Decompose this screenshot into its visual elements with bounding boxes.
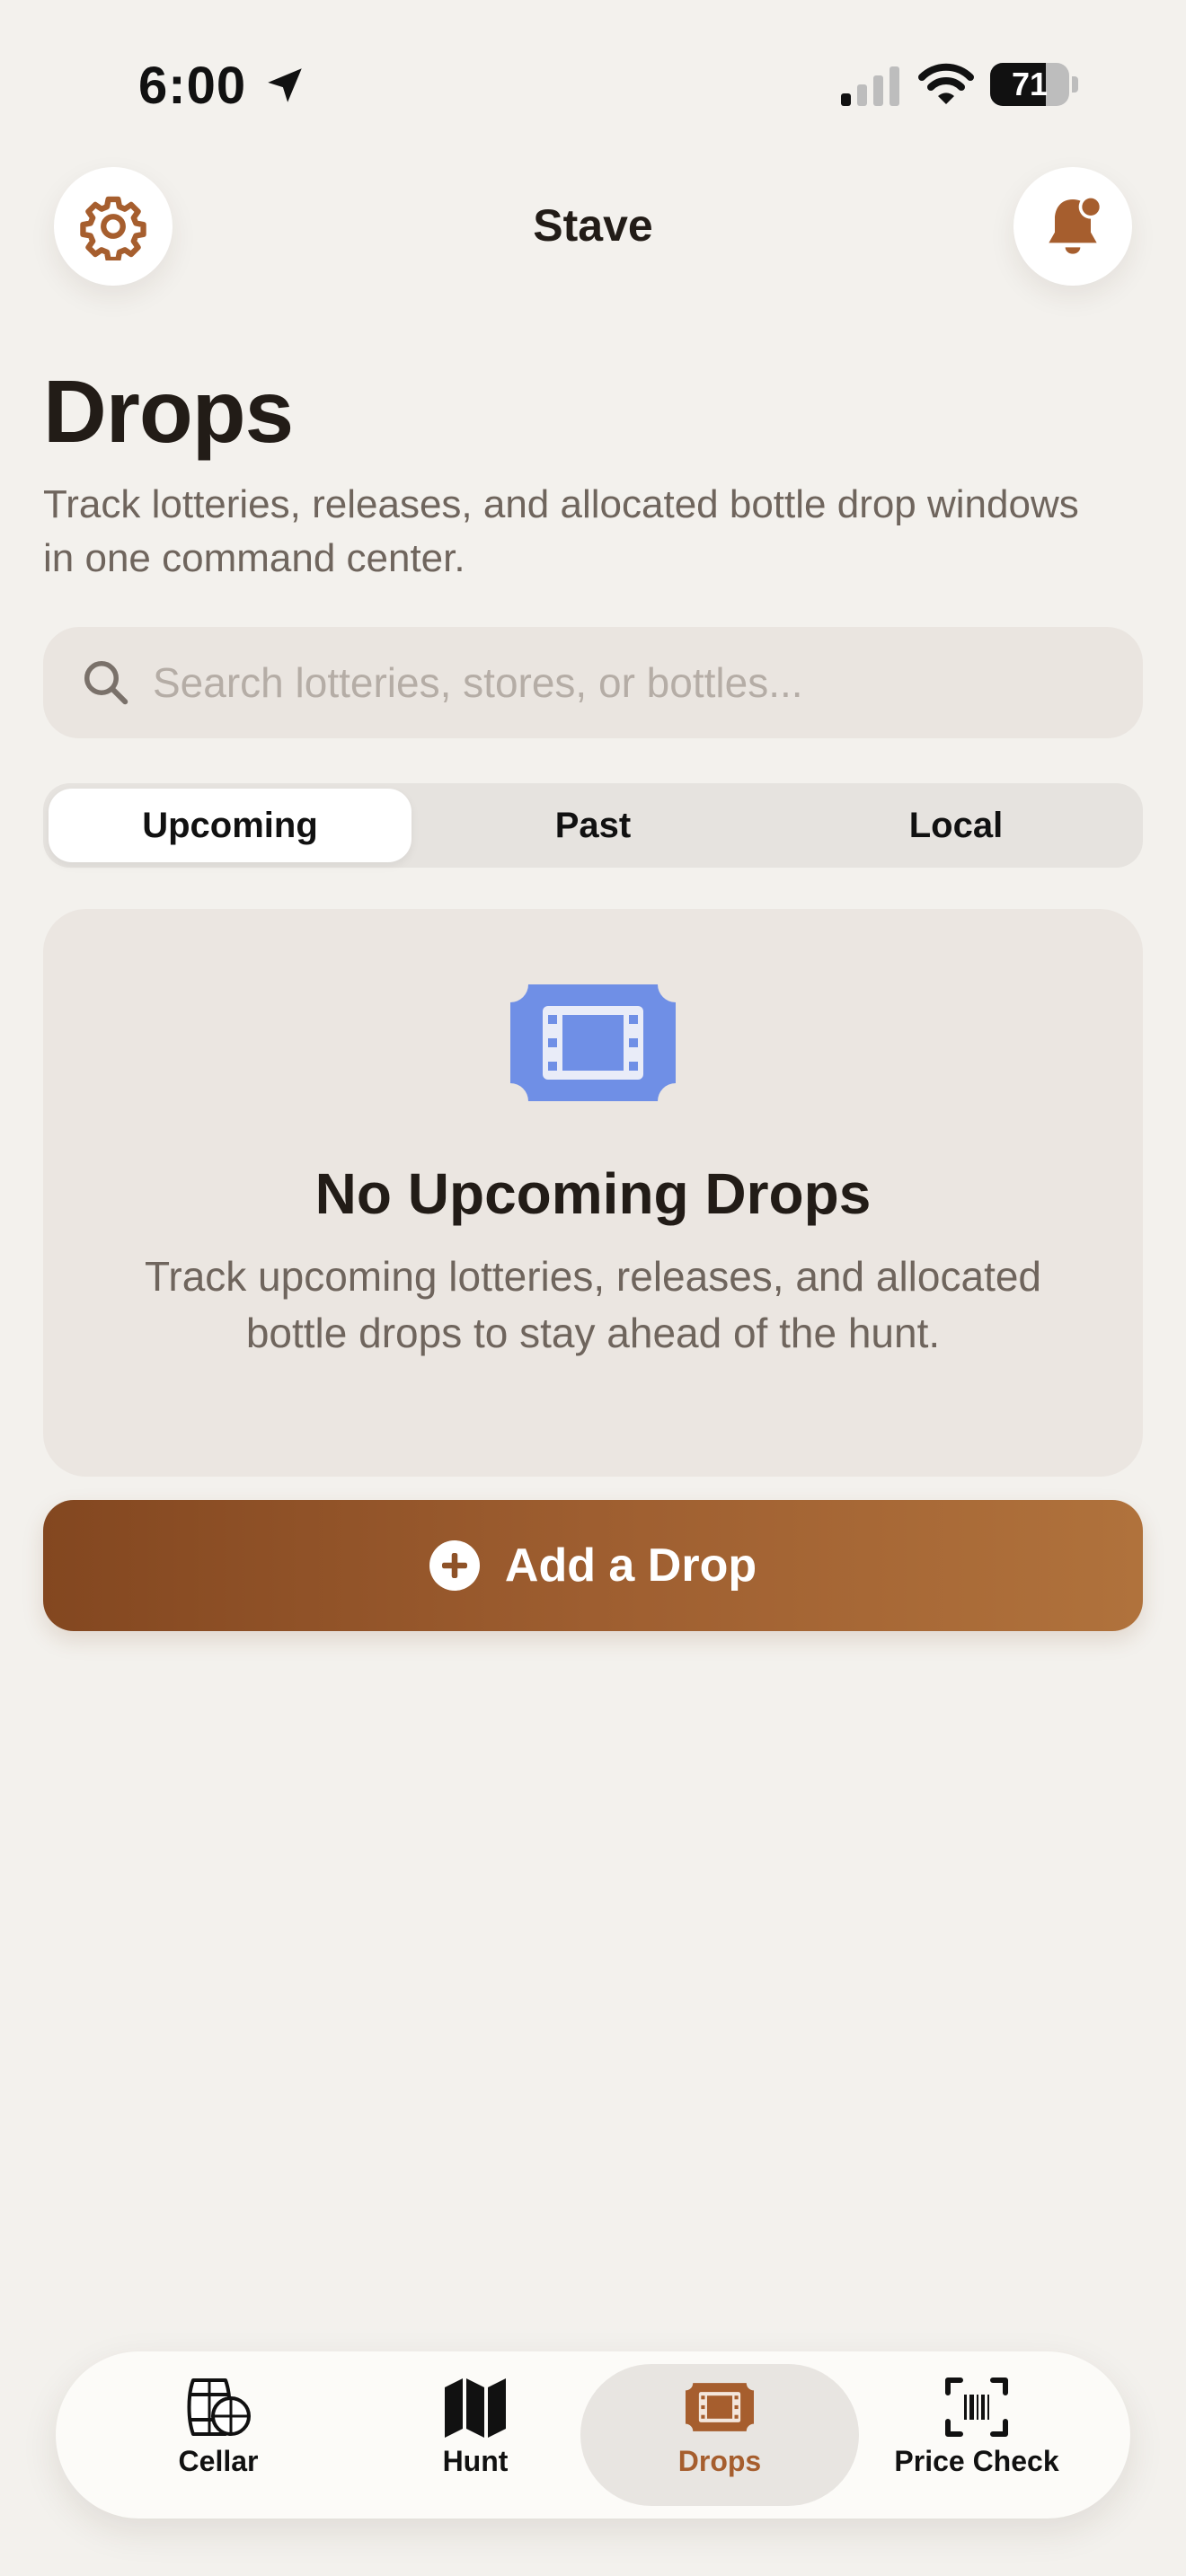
- add-drop-button[interactable]: Add a Drop: [43, 1500, 1143, 1631]
- segment-local[interactable]: Local: [774, 789, 1137, 862]
- status-time: 6:00: [138, 57, 247, 115]
- tab-price-check[interactable]: Price Check: [837, 2364, 1116, 2506]
- battery-body: 71: [990, 63, 1069, 106]
- barcode-scan-icon: [945, 2378, 1008, 2437]
- tab-hunt[interactable]: Hunt: [336, 2364, 615, 2506]
- add-drop-label: Add a Drop: [504, 1539, 757, 1592]
- battery-cap: [1072, 76, 1078, 93]
- tab-label: Hunt: [442, 2445, 509, 2477]
- tab-cellar[interactable]: Cellar: [79, 2364, 358, 2506]
- empty-state-text: Track upcoming lotteries, releases, and …: [144, 1253, 1042, 1356]
- search-icon: [84, 661, 128, 705]
- bell-badge-icon: [1049, 195, 1103, 254]
- wifi-icon: [918, 63, 974, 104]
- battery-percent: 71: [1011, 66, 1049, 102]
- search-input[interactable]: [153, 627, 1114, 738]
- status-bar: 6:00 71: [0, 0, 1186, 171]
- bottom-tab-bar: Cellar Hunt Drops Price Check: [56, 2351, 1130, 2519]
- tab-label: Drops: [677, 2445, 762, 2477]
- cellular-signal-icon: [841, 66, 899, 106]
- battery-indicator: 71: [990, 63, 1080, 108]
- empty-state-title: No Upcoming Drops: [314, 1161, 872, 1226]
- ticket-icon: [686, 2383, 754, 2431]
- page-subtitle: Track lotteries, releases, and allocated…: [43, 482, 1079, 580]
- ticket-icon: [510, 984, 676, 1101]
- location-arrow-icon: [268, 68, 302, 102]
- plus-circle-icon: [429, 1540, 480, 1591]
- page-title: Drops: [43, 362, 294, 461]
- barrel-icon: [187, 2378, 251, 2436]
- tab-label: Price Check: [894, 2445, 1059, 2477]
- app-title: Stave: [533, 200, 653, 251]
- notifications-button[interactable]: [1013, 167, 1132, 286]
- map-icon: [445, 2378, 506, 2438]
- segment-upcoming[interactable]: Upcoming: [49, 789, 412, 862]
- tab-drops[interactable]: Drops: [580, 2364, 859, 2506]
- drops-filter-segmented-control: Upcoming Past Local: [43, 783, 1143, 868]
- segment-past[interactable]: Past: [412, 789, 774, 862]
- empty-state-card: No Upcoming Drops Track upcoming lotteri…: [43, 909, 1143, 1477]
- search-bar[interactable]: [43, 627, 1143, 738]
- tab-label: Cellar: [178, 2445, 259, 2477]
